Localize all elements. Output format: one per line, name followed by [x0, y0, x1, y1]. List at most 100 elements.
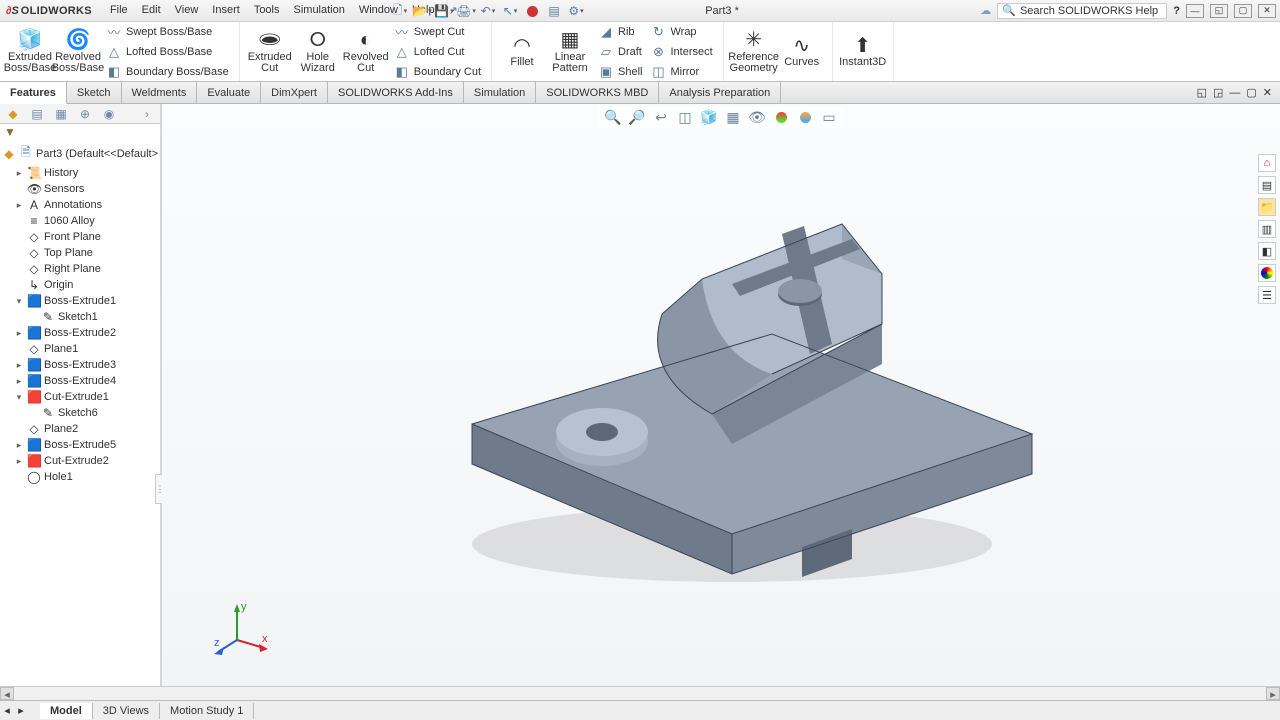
rail-appearances-icon[interactable] — [1258, 264, 1276, 282]
swept-cut-button[interactable]: 〰Swept Cut — [390, 23, 485, 41]
doc-close-icon[interactable]: ✕ — [1263, 86, 1272, 99]
vp-section-icon[interactable]: ◫ — [676, 108, 694, 126]
menu-insert[interactable]: Insert — [206, 1, 246, 20]
vp-display-style-icon[interactable]: ▦ — [724, 108, 742, 126]
rail-properties-icon[interactable]: ☰ — [1258, 286, 1276, 304]
maximize-button[interactable]: ▢ — [1234, 4, 1252, 18]
tab-dimxpert[interactable]: DimXpert — [261, 82, 328, 103]
menu-view[interactable]: View — [169, 1, 205, 20]
boundary-cut-button[interactable]: ◧Boundary Cut — [390, 63, 485, 81]
fm-tab-tree[interactable]: ◆ — [2, 106, 24, 122]
vp-zoom-fit-icon[interactable]: 🔍 — [604, 108, 622, 126]
doc-minimize-icon[interactable]: — — [1229, 87, 1240, 99]
tree-item[interactable]: ≡1060 Alloy — [0, 213, 160, 229]
qa-options[interactable]: ▤ — [545, 3, 563, 19]
menu-simulation[interactable]: Simulation — [288, 1, 351, 20]
fm-tab-config[interactable]: ▦ — [50, 106, 72, 122]
qa-undo[interactable]: ↶▾ — [479, 3, 497, 19]
rail-explorer-icon[interactable]: ▥ — [1258, 220, 1276, 238]
qa-rebuild[interactable] — [523, 3, 541, 19]
tab-simulation[interactable]: Simulation — [464, 82, 536, 103]
tree-item[interactable]: ◯Hole1 — [0, 469, 160, 485]
extruded-cut-button[interactable]: 🕳Extruded Cut — [246, 24, 294, 80]
revolved-cut-button[interactable]: ◐Revolved Cut — [342, 24, 390, 80]
tree-item[interactable]: ▸AAnnotations — [0, 197, 160, 213]
revolved-boss-button[interactable]: 🌀Revolved Boss/Base — [54, 24, 102, 80]
doc-window-icon1[interactable]: ◱ — [1197, 86, 1207, 99]
mirror-button[interactable]: ◫Mirror — [646, 63, 716, 81]
qa-new[interactable]: 🗋▾ — [391, 3, 409, 19]
swept-boss-button[interactable]: 〰Swept Boss/Base — [102, 23, 233, 41]
tree-item-child[interactable]: ✎Sketch1 — [0, 309, 160, 325]
btab-model[interactable]: Model — [40, 703, 93, 719]
vp-appearance-icon[interactable] — [772, 108, 790, 126]
tree-item[interactable]: ▸🟦Boss-Extrude2 — [0, 325, 160, 341]
tab-features[interactable]: Features — [0, 82, 67, 104]
lofted-boss-button[interactable]: △Lofted Boss/Base — [102, 43, 233, 61]
menu-file[interactable]: File — [104, 1, 134, 20]
btab-3dviews[interactable]: 3D Views — [93, 703, 160, 719]
rail-home-icon[interactable]: ⌂ — [1258, 154, 1276, 172]
menu-tools[interactable]: Tools — [248, 1, 286, 20]
tab-weldments[interactable]: Weldments — [122, 82, 198, 103]
vp-zoom-area-icon[interactable]: 🔎 — [628, 108, 646, 126]
scroll-right-icon[interactable]: ▸ — [1266, 687, 1280, 700]
tree-item[interactable]: ◇Plane1 — [0, 341, 160, 357]
fm-tab-more[interactable]: › — [136, 106, 158, 122]
tree-item[interactable]: ▸🟥Cut-Extrude2 — [0, 453, 160, 469]
tree-item[interactable]: ◇Plane2 — [0, 421, 160, 437]
restore-button[interactable]: ◱ — [1210, 4, 1228, 18]
vp-render-icon[interactable]: ▭ — [820, 108, 838, 126]
tab-sketch[interactable]: Sketch — [67, 82, 122, 103]
tree-item[interactable]: ▸🟦Boss-Extrude5 — [0, 437, 160, 453]
tree-item[interactable]: ◇Front Plane — [0, 229, 160, 245]
qa-select[interactable]: ↖▾ — [501, 3, 519, 19]
qa-settings[interactable]: ⚙▾ — [567, 3, 585, 19]
intersect-button[interactable]: ⊗Intersect — [646, 43, 716, 61]
horizontal-scrollbar[interactable]: ◂ ▸ — [0, 686, 1280, 700]
tree-item-child[interactable]: ✎Sketch6 — [0, 405, 160, 421]
extruded-boss-button[interactable]: 🧊Extruded Boss/Base — [6, 24, 54, 80]
draft-button[interactable]: ▱Draft — [594, 43, 646, 61]
tree-item[interactable]: ▸📜History — [0, 165, 160, 181]
doc-maximize-icon[interactable]: ▢ — [1246, 86, 1256, 99]
linear-pattern-button[interactable]: ▦Linear Pattern — [546, 24, 594, 80]
tree-item[interactable]: ◇Top Plane — [0, 245, 160, 261]
tab-evaluate[interactable]: Evaluate — [197, 82, 261, 103]
tab-mbd[interactable]: SOLIDWORKS MBD — [536, 82, 659, 103]
minimize-button[interactable]: — — [1186, 4, 1204, 18]
shell-button[interactable]: ▣Shell — [594, 63, 646, 81]
graphics-viewport[interactable]: 🔍 🔎 ↩ ◫ 🧊 ▦ 👁 ▭ ⌂ ▤ 📁 ▥ ◧ ☰ — [162, 104, 1280, 700]
tree-item[interactable]: ▾🟥Cut-Extrude1 — [0, 389, 160, 405]
tree-item[interactable]: ▸🟦Boss-Extrude4 — [0, 373, 160, 389]
menu-edit[interactable]: Edit — [136, 1, 167, 20]
tree-item[interactable]: ◇Right Plane — [0, 261, 160, 277]
tree-item[interactable]: 👁Sensors — [0, 181, 160, 197]
vp-orient-icon[interactable]: 🧊 — [700, 108, 718, 126]
rail-library-icon[interactable]: 📁 — [1258, 198, 1276, 216]
tree-item[interactable]: ▸🟦Boss-Extrude3 — [0, 357, 160, 373]
qa-save[interactable]: 💾▾ — [435, 3, 453, 19]
doc-window-icon2[interactable]: ◲ — [1213, 86, 1223, 99]
fm-filter-icon[interactable]: ▼ — [0, 124, 160, 140]
reference-geometry-button[interactable]: ✳Reference Geometry — [730, 24, 778, 80]
qa-open[interactable]: 📂▾ — [413, 3, 431, 19]
wrap-button[interactable]: ↻Wrap — [646, 23, 716, 41]
fm-tab-dim[interactable]: ⊕ — [74, 106, 96, 122]
tab-addins[interactable]: SOLIDWORKS Add-Ins — [328, 82, 464, 103]
lofted-cut-button[interactable]: △Lofted Cut — [390, 43, 485, 61]
vp-prev-view-icon[interactable]: ↩ — [652, 108, 670, 126]
boundary-boss-button[interactable]: ◧Boundary Boss/Base — [102, 63, 233, 81]
close-button[interactable]: ✕ — [1258, 4, 1276, 18]
fm-tab-display[interactable]: ◉ — [98, 106, 120, 122]
fillet-button[interactable]: ◠Fillet — [498, 24, 546, 80]
view-triad[interactable]: y x z — [212, 600, 272, 660]
vp-scene-icon[interactable] — [796, 108, 814, 126]
rail-resources-icon[interactable]: ▤ — [1258, 176, 1276, 194]
hole-wizard-button[interactable]: ⭘Hole Wizard — [294, 24, 342, 80]
vp-hide-show-icon[interactable]: 👁 — [748, 108, 766, 126]
tree-item[interactable]: ↳Origin — [0, 277, 160, 293]
curves-button[interactable]: ∿Curves — [778, 24, 826, 80]
tree-root[interactable]: ◆🗎Part3 (Default<<Default> — [0, 142, 160, 165]
qa-print[interactable]: 🖨▾ — [457, 3, 475, 19]
